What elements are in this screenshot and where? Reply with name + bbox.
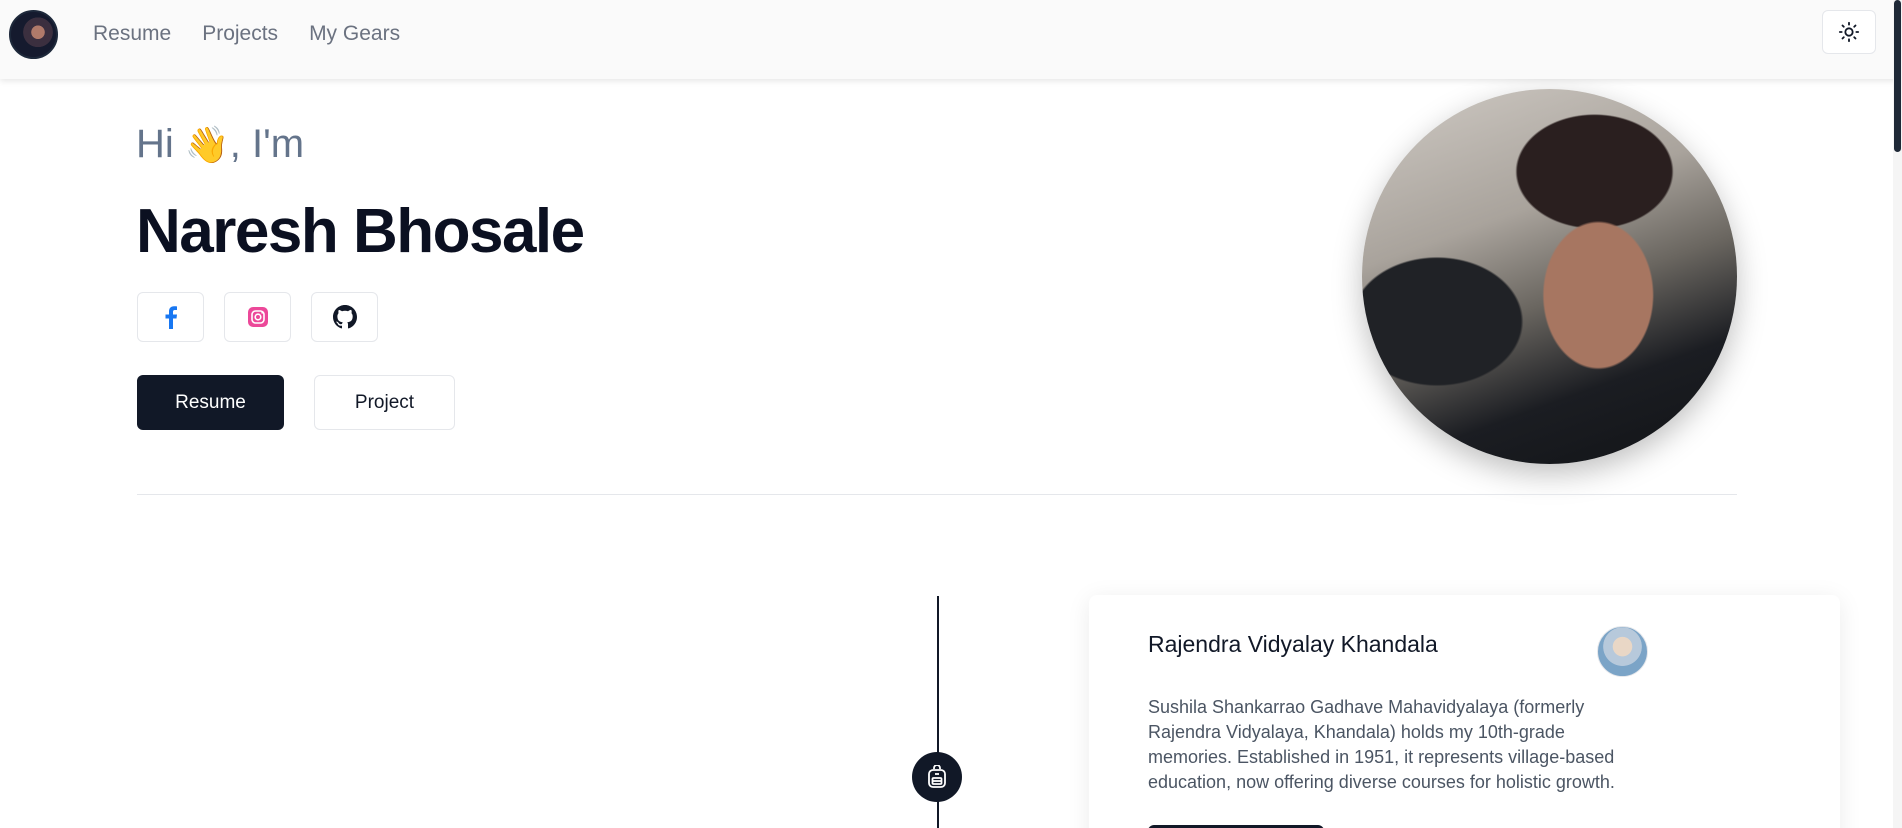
resume-button[interactable]: Resume [137,375,284,430]
page-title: Naresh Bhosale [136,197,585,266]
facebook-link[interactable] [137,292,204,342]
theme-toggle-button[interactable] [1822,10,1876,54]
education-card: Rajendra Vidyalay Khandala Sushila Shank… [1089,595,1840,828]
school-logo [1597,626,1648,677]
social-links [137,292,378,342]
project-button[interactable]: Project [314,375,455,430]
avatar[interactable] [9,10,58,59]
card-title: Rajendra Vidyalay Khandala [1148,631,1438,657]
instagram-link[interactable] [224,292,291,342]
waving-hand-icon: 👋 [184,125,230,166]
greeting: Hi 👋, I'm [136,120,304,170]
instagram-icon [247,307,268,327]
scrollbar-thumb[interactable] [1894,0,1901,152]
profile-photo [1362,89,1737,464]
facebook-icon [165,306,177,329]
scrollbar[interactable] [1893,0,1902,828]
top-navbar: Resume Projects My Gears [0,0,1902,79]
github-icon [332,305,357,329]
sun-icon [1838,21,1860,43]
backpack-icon [928,765,946,788]
main-nav: Resume Projects My Gears [93,20,400,47]
greeting-suffix: , I'm [229,122,305,166]
nav-link-my-gears[interactable]: My Gears [309,20,400,47]
nav-link-projects[interactable]: Projects [202,20,278,47]
section-divider [137,494,1737,495]
nav-link-resume[interactable]: Resume [93,20,171,47]
greeting-prefix: Hi [136,122,174,166]
github-link[interactable] [311,292,378,342]
card-description: Sushila Shankarrao Gadhave Mahavidyalaya… [1148,697,1615,792]
timeline-marker [912,752,962,802]
